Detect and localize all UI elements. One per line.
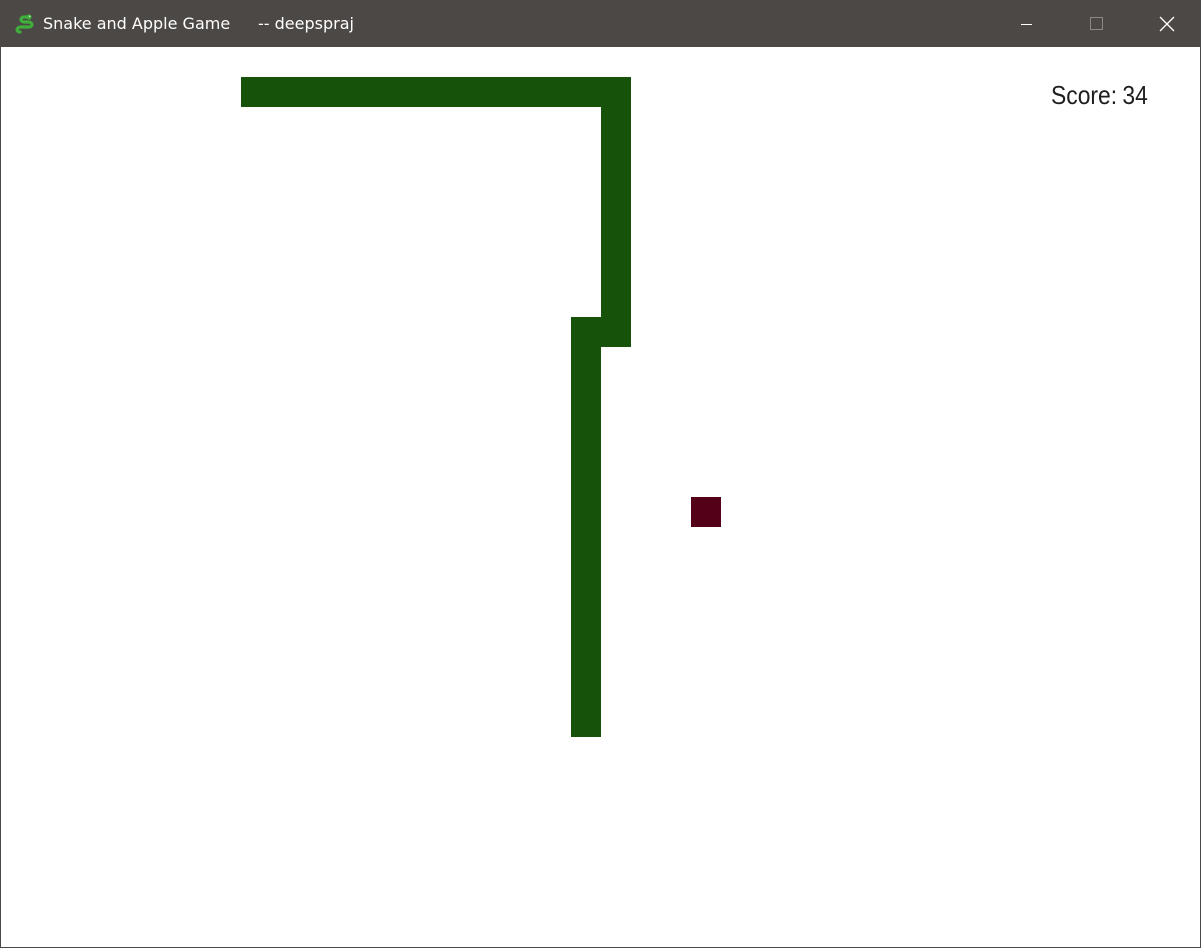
- close-button[interactable]: [1131, 1, 1201, 47]
- maximize-button[interactable]: [1061, 1, 1131, 47]
- close-icon: [1159, 16, 1175, 32]
- snake-segment: [241, 77, 631, 107]
- apple: [691, 497, 721, 527]
- snake-icon: [14, 12, 38, 36]
- snake-segment: [601, 77, 631, 347]
- window-subtitle: -- deepspraj: [258, 14, 354, 33]
- score-label: Score:: [1051, 80, 1118, 110]
- game-canvas[interactable]: Score: 34: [1, 47, 1200, 947]
- minimize-icon: [1021, 24, 1032, 25]
- score-display: Score: 34: [1051, 80, 1148, 111]
- title-bar[interactable]: Snake and Apple Game -- deepspraj: [1, 1, 1200, 47]
- snake-segment: [571, 317, 601, 737]
- score-value: 34: [1122, 80, 1148, 110]
- minimize-button[interactable]: [991, 1, 1061, 47]
- game-window: Snake and Apple Game -- deepspraj Score:…: [0, 0, 1201, 948]
- game-board: [241, 77, 721, 737]
- maximize-icon: [1090, 17, 1103, 30]
- window-title: Snake and Apple Game: [43, 14, 231, 33]
